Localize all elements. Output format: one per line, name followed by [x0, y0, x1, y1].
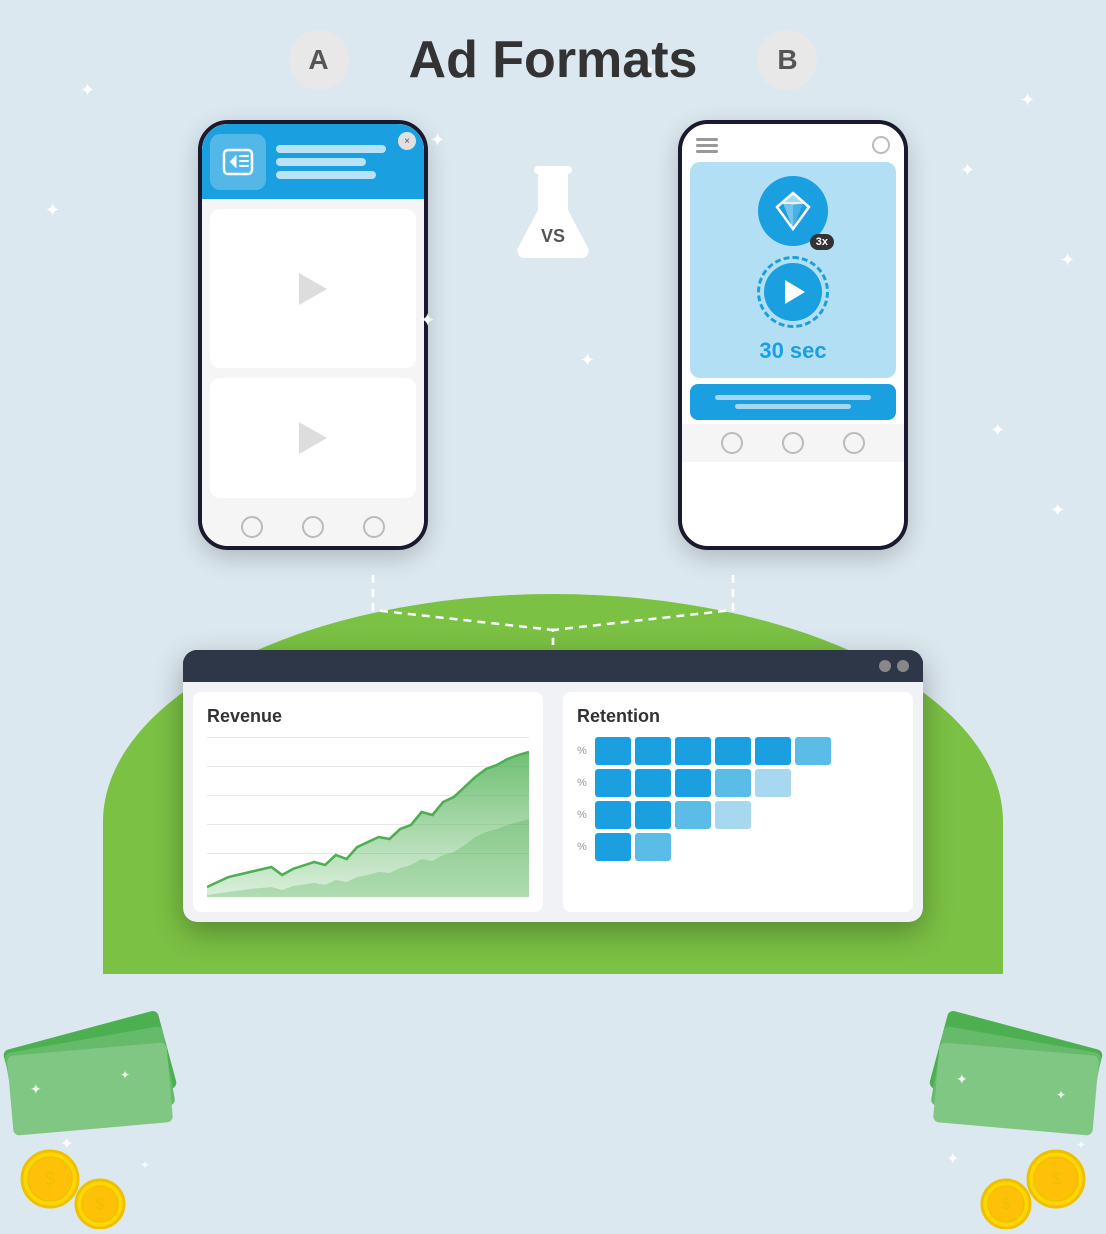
money-decoration-left: ✦ ✦ $ $ ✦ ✦ — [0, 949, 200, 1234]
sparkle-icon: ✦ — [960, 160, 975, 181]
phone-navigation-b — [682, 424, 904, 462]
svg-text:✦: ✦ — [120, 1068, 130, 1082]
video-duration: 30 sec — [759, 338, 826, 364]
svg-text:$: $ — [45, 1169, 55, 1189]
phone-navigation — [202, 508, 424, 546]
svg-text:✦: ✦ — [60, 1136, 73, 1153]
svg-text:✦: ✦ — [30, 1081, 42, 1097]
dashed-connector — [0, 570, 1106, 650]
reward-ad: 3x 30 sec — [690, 162, 896, 378]
badge-a: A — [289, 30, 349, 90]
sparkle-icon: ✦ — [1020, 90, 1035, 111]
retention-panel: Retention % % — [563, 692, 913, 912]
phone-a: × — [198, 120, 428, 550]
badge-b: B — [757, 30, 817, 90]
svg-text:✦: ✦ — [946, 1151, 959, 1168]
header: A Ad Formats B — [0, 0, 1106, 90]
nav-btn-2 — [302, 516, 324, 538]
sparkle-icon: ✦ — [420, 310, 435, 331]
svg-text:✦: ✦ — [1056, 1088, 1066, 1102]
svg-text:✦: ✦ — [956, 1071, 968, 1087]
nav-btn-1 — [241, 516, 263, 538]
sparkle-icon: ✦ — [580, 350, 595, 371]
revenue-chart — [207, 737, 529, 897]
phones-container: × VS — [0, 120, 1106, 550]
svg-text:$: $ — [1051, 1169, 1061, 1189]
svg-text:$: $ — [1002, 1196, 1011, 1213]
nav-btn-3 — [363, 516, 385, 538]
multiplier-badge: 3x — [810, 234, 834, 250]
window-dot-1 — [879, 660, 891, 672]
nav-btn-b-2 — [782, 432, 804, 454]
phone-top-bar — [682, 124, 904, 158]
cta-bar — [690, 384, 896, 420]
window-dot-2 — [897, 660, 909, 672]
money-decoration-right: ✦ ✦ $ $ ✦ ✦ — [906, 949, 1106, 1234]
sparkle-icon: ✦ — [1060, 250, 1075, 271]
nav-btn-b-3 — [843, 432, 865, 454]
video-card-2 — [210, 378, 416, 498]
play-icon — [299, 273, 327, 305]
flask-icon: VS — [508, 160, 598, 270]
vs-container: VS — [508, 160, 598, 270]
video-card-1 — [210, 209, 416, 368]
sparkle-icon: ✦ — [990, 420, 1005, 441]
revenue-panel: Revenue — [193, 692, 543, 912]
hamburger-icon — [696, 138, 718, 153]
sparkle-icon: ✦ — [1050, 500, 1065, 521]
close-button[interactable]: × — [398, 132, 416, 150]
retention-title: Retention — [577, 706, 899, 727]
page-title: Ad Formats — [409, 30, 698, 90]
window-titlebar — [183, 650, 923, 682]
revenue-title: Revenue — [207, 706, 529, 727]
svg-text:✦: ✦ — [140, 1158, 150, 1172]
nav-btn-b-1 — [721, 432, 743, 454]
analytics-body: Revenue — [183, 682, 923, 922]
svg-text:$: $ — [96, 1196, 105, 1213]
svg-text:✦: ✦ — [1076, 1138, 1086, 1152]
diamond-reward: 3x — [758, 176, 828, 246]
play-icon-2 — [299, 422, 327, 454]
sparkle-icon: ✦ — [430, 130, 445, 151]
video-play-button[interactable] — [757, 256, 829, 328]
retention-grid: % % — [577, 737, 899, 861]
ad-icon — [210, 134, 266, 190]
analytics-window: Revenue — [183, 650, 923, 922]
phone-camera — [872, 136, 890, 154]
svg-text:VS: VS — [541, 226, 565, 246]
phone-b: 3x 30 sec — [678, 120, 908, 550]
sparkle-icon: ✦ — [45, 200, 60, 221]
ad-lines — [276, 145, 386, 179]
